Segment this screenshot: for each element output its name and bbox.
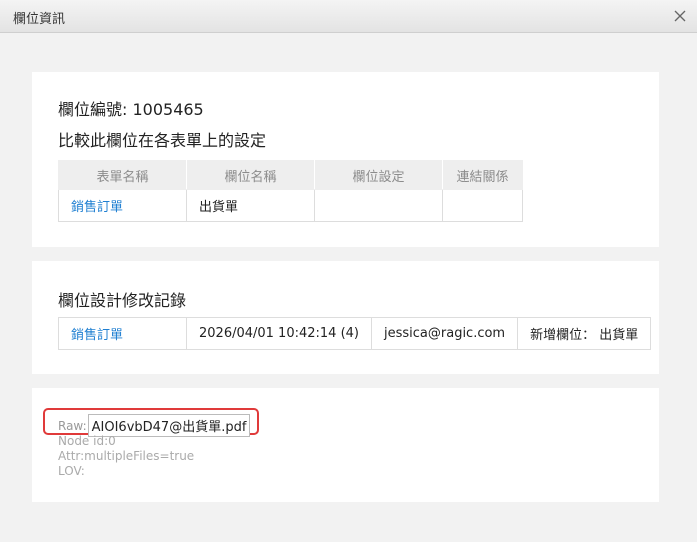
raw-label: Raw: [58,418,87,433]
form-name-link[interactable]: 銷售訂單 [58,189,187,222]
node-id: Node id:0 [58,434,116,448]
change-log-title: 欄位設計修改記錄 [58,291,187,310]
column-header-field-setting: 欄位設定 [314,160,443,190]
table-row: 銷售訂單 出貨單 [58,189,523,222]
close-icon [674,10,686,22]
log-timestamp: 2026/04/01 10:42:14 (4) [186,317,372,350]
log-form-link[interactable]: 銷售訂單 [58,317,187,350]
column-header-field-name: 欄位名稱 [186,160,315,190]
settings-table: 表單名稱 欄位名稱 欄位設定 連結關係 銷售訂單 出貨單 [58,160,523,222]
settings-header-row: 表單名稱 欄位名稱 欄位設定 連結關係 [58,160,523,190]
column-header-form-name: 表單名稱 [58,160,187,190]
change-log-card: 欄位設計修改記錄 銷售訂單 2026/04/01 10:42:14 (4) je… [32,261,659,374]
change-log-table: 銷售訂單 2026/04/01 10:42:14 (4) jessica@rag… [58,317,652,350]
dialog-title: 欄位資訊 [13,12,66,27]
attr-info: Attr:multipleFiles=true [58,449,195,463]
close-button[interactable] [671,7,689,25]
field-info-card: 欄位編號: 1005465 比較此欄位在各表單上的設定 表單名稱 欄位名稱 欄位… [32,72,659,247]
dialog-titlebar: 欄位資訊 [0,0,697,33]
raw-info-card: Raw: AIOI6vbD47@出貨單.pdf Node id:0 Attr:m… [32,388,659,502]
field-number: 欄位編號: 1005465 [58,100,204,119]
log-action: 新增欄位： 出貨單 [517,317,652,350]
column-header-link-relation: 連結關係 [442,160,523,190]
lov-info: LOV: [58,464,85,478]
compare-title: 比較此欄位在各表單上的設定 [58,131,267,150]
link-relation-cell [442,189,523,222]
table-row: 銷售訂單 2026/04/01 10:42:14 (4) jessica@rag… [58,317,652,350]
log-user: jessica@ragic.com [370,317,519,350]
field-name-cell: 出貨單 [186,189,315,222]
field-setting-cell [314,189,443,222]
